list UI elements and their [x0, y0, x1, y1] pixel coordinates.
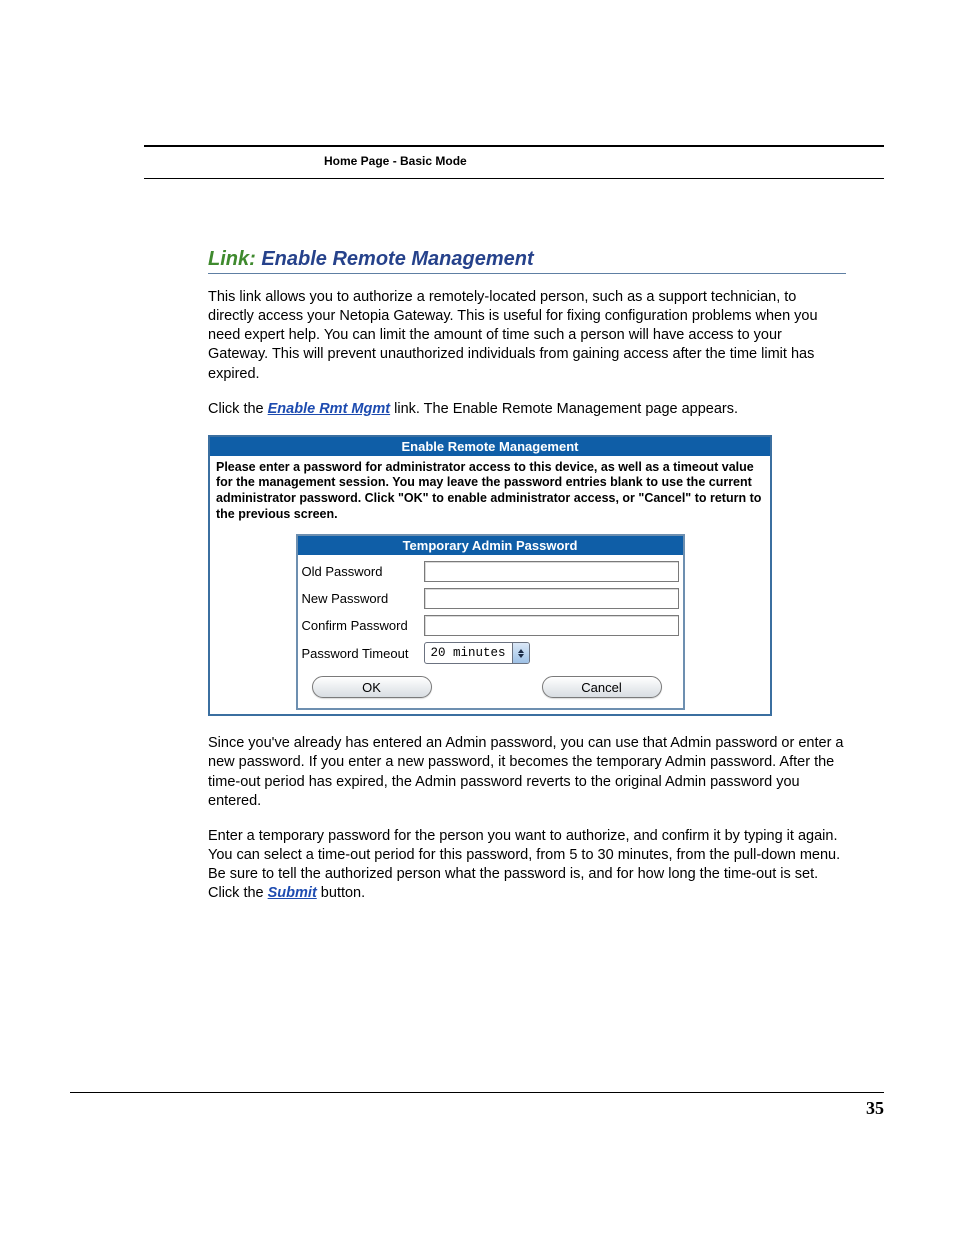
click-before: Click the — [208, 401, 268, 417]
inner-table-title: Temporary Admin Password — [298, 536, 683, 555]
heading-title: Enable Remote Management — [261, 248, 533, 270]
figure-instructions: Please enter a password for administrato… — [210, 456, 770, 531]
page-number: 35 — [866, 1098, 884, 1119]
button-row: OK Cancel — [302, 670, 679, 706]
stepper-icon — [512, 643, 529, 663]
sub-rule — [144, 178, 884, 179]
section-heading: Link: Enable Remote Management — [208, 248, 846, 274]
password-timeout-value: 20 minutes — [425, 643, 512, 663]
figure-title: Enable Remote Management — [210, 437, 770, 456]
running-head: Home Page - Basic Mode — [324, 154, 467, 168]
content: Link: Enable Remote Management This link… — [208, 248, 846, 919]
old-password-input[interactable] — [424, 561, 679, 582]
temp-admin-password-table: Temporary Admin Password Old Password Ne… — [296, 534, 685, 710]
top-rule — [144, 145, 884, 147]
after2-after: button. — [317, 885, 365, 901]
inner-rows: Old Password New Password Confirm Passwo… — [298, 555, 683, 708]
after-paragraph-1: Since you've already has entered an Admi… — [208, 734, 846, 811]
ok-button[interactable]: OK — [312, 676, 432, 698]
click-after: link. The Enable Remote Management page … — [390, 401, 738, 417]
password-timeout-select[interactable]: 20 minutes — [424, 642, 530, 664]
chevron-down-icon — [518, 654, 524, 658]
submit-link[interactable]: Submit — [268, 885, 317, 901]
cancel-button[interactable]: Cancel — [542, 676, 662, 698]
inner-table-wrap: Temporary Admin Password Old Password Ne… — [210, 530, 770, 714]
intro-paragraph: This link allows you to authorize a remo… — [208, 288, 846, 384]
after-paragraph-2: Enter a temporary password for the perso… — [208, 827, 846, 904]
label-password-timeout: Password Timeout — [302, 646, 424, 661]
new-password-input[interactable] — [424, 588, 679, 609]
label-new-password: New Password — [302, 591, 424, 606]
row-confirm-password: Confirm Password — [302, 615, 679, 636]
row-old-password: Old Password — [302, 561, 679, 582]
label-old-password: Old Password — [302, 564, 424, 579]
enable-rmt-mgmt-link[interactable]: Enable Rmt Mgmt — [268, 401, 390, 417]
page: Home Page - Basic Mode Link: Enable Remo… — [0, 0, 954, 1235]
chevron-up-icon — [518, 649, 524, 653]
bottom-rule — [70, 1092, 884, 1093]
figure-enable-remote-management: Enable Remote Management Please enter a … — [208, 435, 772, 717]
heading-prefix: Link: — [208, 248, 256, 270]
confirm-password-input[interactable] — [424, 615, 679, 636]
label-confirm-password: Confirm Password — [302, 618, 424, 633]
row-password-timeout: Password Timeout 20 minutes — [302, 642, 679, 664]
row-new-password: New Password — [302, 588, 679, 609]
click-paragraph: Click the Enable Rmt Mgmt link. The Enab… — [208, 400, 846, 419]
